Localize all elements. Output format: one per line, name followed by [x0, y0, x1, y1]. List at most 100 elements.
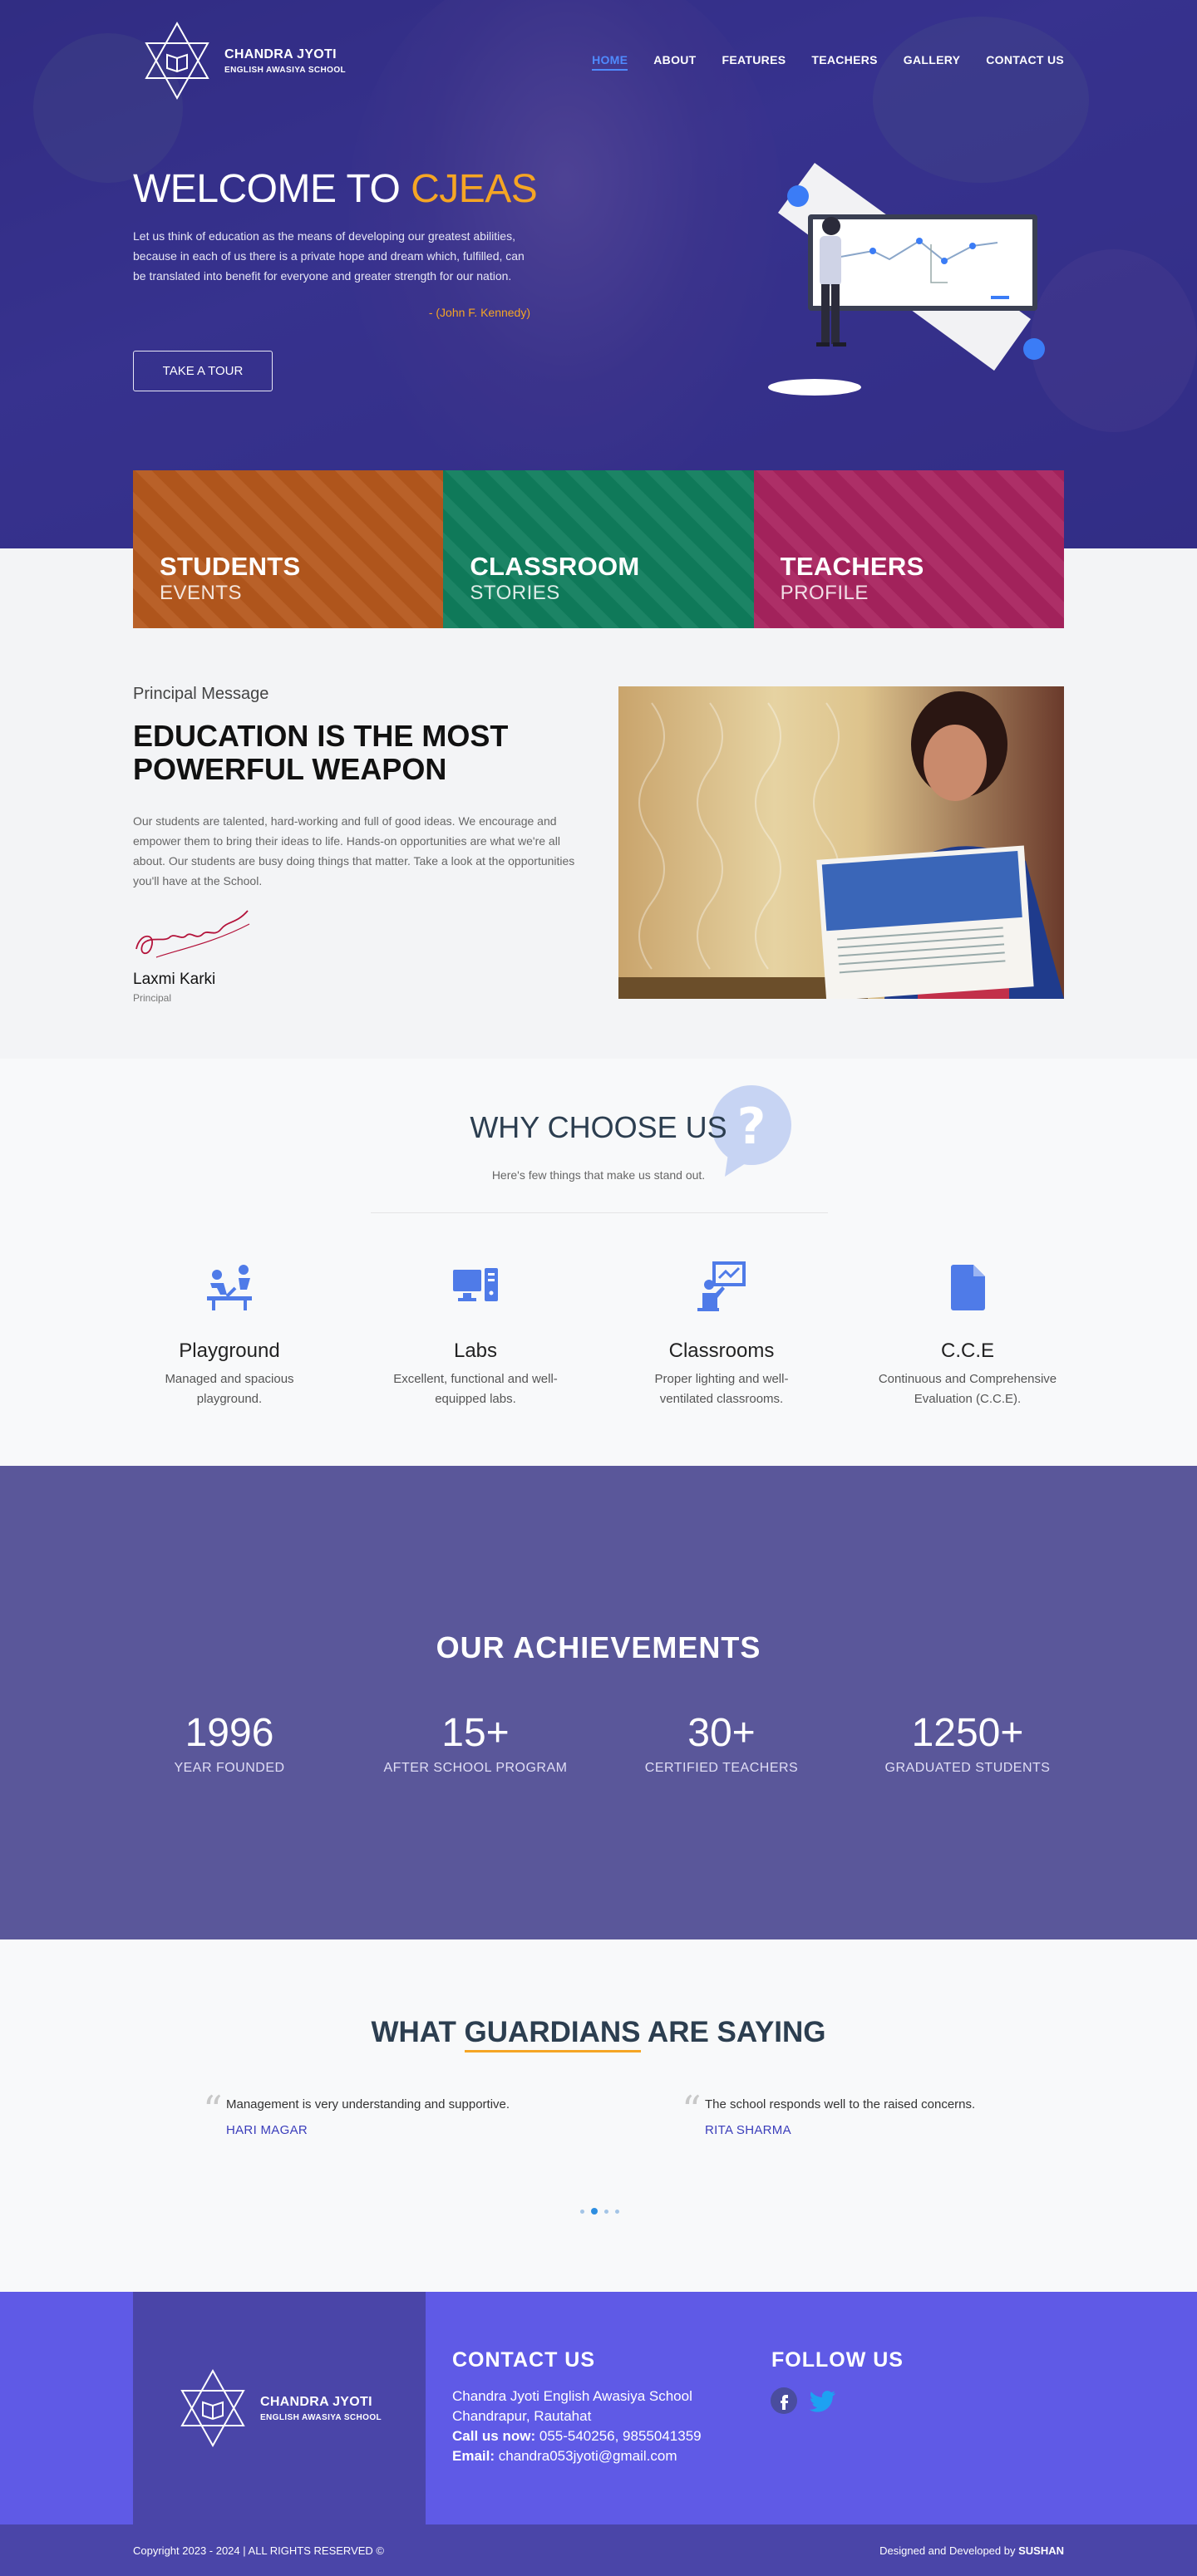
footer-brand-name: CHANDRA JYOTI — [259, 2394, 372, 2409]
footer-brand[interactable]: CHANDRA JYOTI ENGLISH AWASIYA SCHOOL — [133, 2292, 426, 2524]
follow-title: FOLLOW US — [771, 2348, 904, 2372]
card-title: STUDENTS — [160, 552, 301, 581]
credits-name[interactable]: SUSHAN — [1018, 2544, 1064, 2557]
nav-teachers[interactable]: TEACHERS — [811, 53, 877, 71]
stat-after-school: 15+ AFTER SCHOOL PROGRAM — [359, 1710, 592, 1776]
contact-address: Chandrapur, Rautahat — [452, 2408, 592, 2424]
why-title: WHY CHOOSE US — [470, 1110, 727, 1144]
stat-value: 1250+ — [911, 1711, 1024, 1755]
title-prefix: WHAT — [371, 2016, 465, 2048]
title-suffix: ARE SAYING — [640, 2016, 826, 2048]
achievements-section — [0, 1466, 1197, 1939]
testimonial-card: “ The school responds well to the raised… — [682, 2091, 1071, 2137]
credits: Designed and Developed by SUSHAN — [879, 2544, 1064, 2557]
document-icon — [951, 1265, 985, 1310]
feature-description: Proper lighting and well-ventilated clas… — [654, 1372, 789, 1406]
computer-lab-icon — [453, 1268, 498, 1301]
testimonial-author: HARI MAGAR — [226, 2123, 308, 2137]
card-students[interactable]: STUDENTS EVENTS — [133, 470, 444, 628]
classroom-icon — [697, 1261, 746, 1311]
stat-value: 15+ — [441, 1711, 510, 1755]
testimonials-title: WHAT GUARDIANS ARE SAYING — [0, 2016, 1197, 2052]
credits-prefix: Designed and Developed by — [879, 2544, 1019, 2557]
nav-gallery[interactable]: GALLERY — [904, 53, 960, 71]
twitter-icon[interactable] — [808, 2387, 838, 2415]
contact-phone[interactable]: 055-540256, 9855041359 — [539, 2428, 702, 2444]
testimonial-text: Management is very understanding and sup… — [226, 2097, 510, 2111]
nav-about[interactable]: ABOUT — [653, 53, 696, 71]
feature-description: Managed and spacious playground. — [165, 1372, 294, 1406]
principal-role: Principal — [133, 992, 172, 1004]
principal-photo — [618, 686, 1064, 999]
card-subtitle: EVENTS — [160, 582, 243, 604]
stat-year-founded: 1996 YEAR FOUNDED — [113, 1710, 346, 1776]
carousel-dot[interactable] — [604, 2209, 608, 2214]
contact-title: CONTACT US — [452, 2348, 596, 2372]
title-underlined: GUARDIANS — [464, 2016, 641, 2052]
brand-name: CHANDRA JYOTI — [224, 47, 337, 61]
stat-label: AFTER SCHOOL PROGRAM — [383, 1761, 568, 1775]
carousel-dot-active[interactable] — [591, 2208, 598, 2215]
card-subtitle: PROFILE — [780, 582, 869, 604]
hero-title: WELCOME TO CJEAS — [133, 166, 538, 212]
hero-title-prefix: WELCOME TO — [133, 167, 411, 211]
hero-title-accent: CJEAS — [411, 167, 538, 211]
card-subtitle: STORIES — [470, 582, 560, 604]
carousel-dots — [580, 2208, 619, 2215]
nav-home[interactable]: HOME — [592, 53, 628, 71]
quote-icon: “ — [682, 2087, 702, 2132]
star-book-logo-icon — [145, 21, 209, 101]
card-title: TEACHERS — [780, 552, 924, 581]
brand-logo[interactable]: CHANDRA JYOTI ENGLISH AWASIYA SCHOOL — [141, 20, 346, 101]
principal-signature — [135, 910, 250, 958]
copyright: Copyright 2023 - 2024 | ALL RIGHTS RESER… — [133, 2544, 384, 2557]
testimonial-author: RITA SHARMA — [705, 2123, 791, 2137]
nav-contact[interactable]: CONTACT US — [986, 53, 1064, 71]
achievements-title: OUR ACHIEVEMENTS — [436, 1630, 761, 1664]
feature-description: Excellent, functional and well-equipped … — [393, 1372, 558, 1406]
star-book-logo-icon — [180, 2368, 245, 2448]
carousel-dot[interactable] — [615, 2209, 619, 2214]
feature-playground: Playground Managed and spacious playgrou… — [138, 1260, 321, 1409]
feature-description: Continuous and Comprehensive Evaluation … — [878, 1372, 1057, 1406]
quote-icon: “ — [203, 2087, 223, 2132]
card-classroom[interactable]: CLASSROOM STORIES — [443, 470, 754, 628]
why-subtitle: Here's few things that make us stand out… — [491, 1168, 706, 1182]
feature-title: Classrooms — [668, 1340, 775, 1362]
feature-labs: Labs Excellent, functional and well-equi… — [384, 1260, 567, 1409]
contact-phone-line: Call us now: 055-540256, 9855041359 — [452, 2428, 702, 2445]
feature-cce: C.C.E Continuous and Comprehensive Evalu… — [876, 1260, 1059, 1409]
feature-title: Labs — [453, 1340, 498, 1362]
principal-name: Laxmi Karki — [133, 971, 216, 988]
principal-message: Our students are talented, hard-working … — [133, 814, 575, 887]
brand-subtitle: ENGLISH AWASIYA SCHOOL — [224, 65, 347, 75]
testimonial-card: “ Management is very understanding and s… — [203, 2091, 592, 2137]
stat-value: 1996 — [185, 1711, 274, 1755]
take-tour-button[interactable]: TAKE A TOUR — [133, 351, 273, 391]
feature-title: C.C.E — [940, 1340, 994, 1362]
main-nav: HOME ABOUT FEATURES TEACHERS GALLERY CON… — [592, 53, 1064, 71]
contact-email[interactable]: chandra053jyoti@gmail.com — [499, 2448, 677, 2464]
stat-graduated-students: 1250+ GRADUATED STUDENTS — [851, 1710, 1084, 1776]
feature-classrooms: Classrooms Proper lighting and well-vent… — [630, 1260, 813, 1409]
stat-value: 30+ — [687, 1711, 756, 1755]
stat-label: CERTIFIED TEACHERS — [644, 1761, 799, 1775]
divider — [371, 1212, 828, 1213]
feature-title: Playground — [179, 1340, 280, 1362]
card-title: CLASSROOM — [470, 552, 640, 581]
principal-title: EDUCATION IS THE MOST POWERFUL WEAPON — [133, 719, 509, 786]
card-teachers[interactable]: TEACHERS PROFILE — [753, 470, 1064, 628]
nav-features[interactable]: FEATURES — [722, 53, 786, 71]
stat-certified-teachers: 30+ CERTIFIED TEACHERS — [605, 1710, 838, 1776]
email-label: Email: — [452, 2448, 495, 2464]
principal-label: Principal Message — [133, 685, 269, 703]
footer-brand-subtitle: ENGLISH AWASIYA SCHOOL — [259, 2412, 382, 2422]
testimonial-text: The school responds well to the raised c… — [705, 2097, 976, 2111]
playground-icon — [207, 1265, 252, 1310]
facebook-icon[interactable] — [770, 2387, 798, 2415]
presentation-illustration — [768, 163, 1045, 396]
stat-label: GRADUATED STUDENTS — [884, 1761, 1051, 1775]
stat-label: YEAR FOUNDED — [174, 1761, 285, 1775]
hero-quote-author: - (John F. Kennedy) — [428, 306, 530, 319]
carousel-dot[interactable] — [580, 2209, 584, 2214]
